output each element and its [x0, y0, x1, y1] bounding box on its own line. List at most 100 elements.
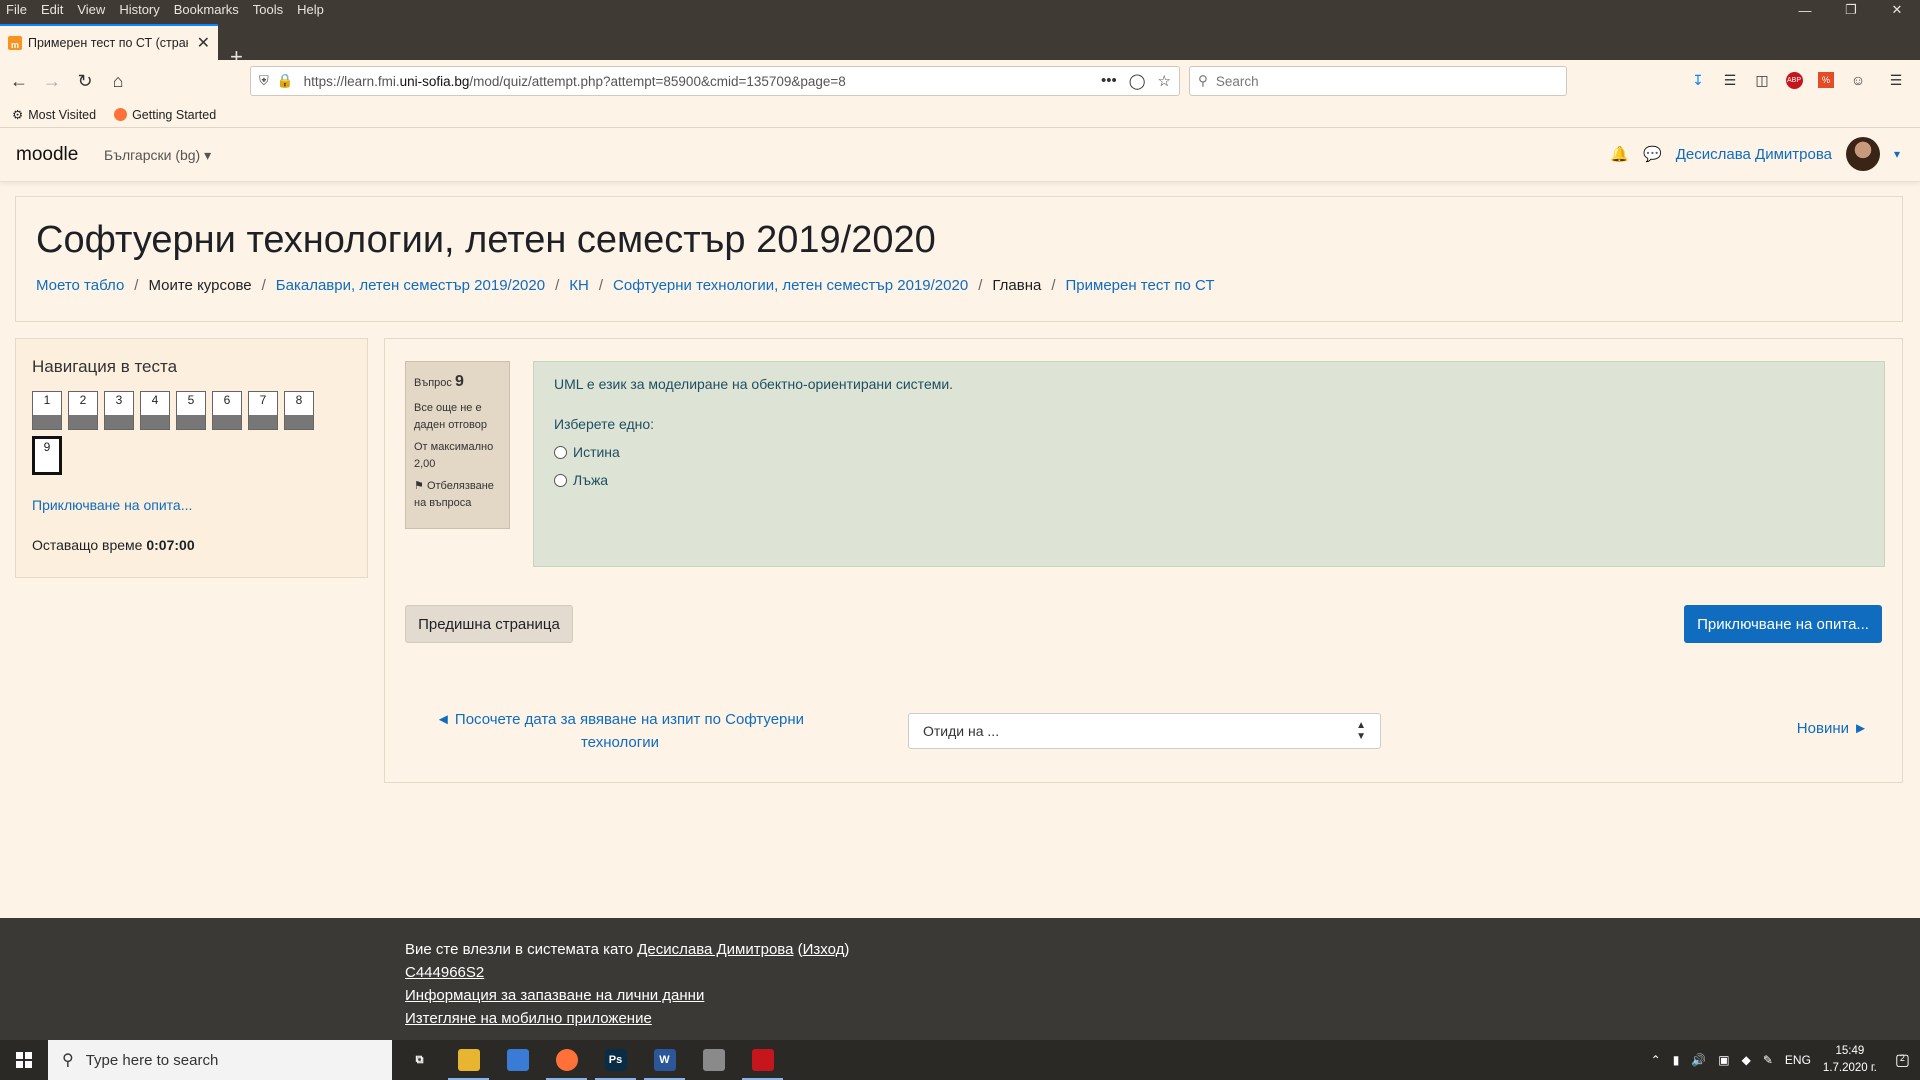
- question-button-7[interactable]: 7: [248, 391, 278, 430]
- menu-icon[interactable]: ☰: [1886, 70, 1906, 90]
- minimize-icon[interactable]: —: [1782, 0, 1828, 20]
- breadcrumb-separator: /: [555, 277, 560, 294]
- chat-icon[interactable]: 💬: [1643, 145, 1662, 163]
- flag-question[interactable]: ⚑ Отбелязване на въпроса: [414, 478, 501, 511]
- network-icon[interactable]: ▣: [1718, 1053, 1729, 1067]
- radio-false[interactable]: [554, 473, 567, 487]
- menu-history[interactable]: History: [119, 2, 159, 17]
- footer-user-link[interactable]: Десислава Димитрова: [637, 941, 793, 958]
- word-icon: W: [653, 1049, 676, 1071]
- next-activity-link[interactable]: Новини ►: [1797, 720, 1868, 737]
- menu-bookmarks[interactable]: Bookmarks: [174, 2, 239, 17]
- jump-to-select[interactable]: Отиди на ... ▲ ▼: [908, 713, 1381, 749]
- taskbar-task-view[interactable]: ⧉: [395, 1040, 444, 1080]
- sidebar-icon[interactable]: ◫: [1752, 70, 1772, 90]
- question-button-8[interactable]: 8: [284, 391, 314, 430]
- chevron-up-icon[interactable]: ⌃: [1651, 1053, 1661, 1067]
- library-icon[interactable]: ☰: [1720, 70, 1740, 90]
- menu-tools[interactable]: Tools: [253, 2, 283, 17]
- quiz-navigation-block: Навигация в теста 12345678 9 Приключване …: [15, 338, 368, 578]
- home-button[interactable]: ⌂: [105, 68, 131, 94]
- dropbox-icon[interactable]: ◆: [1742, 1053, 1751, 1067]
- question-button-6[interactable]: 6: [212, 391, 242, 430]
- paint-icon: [702, 1049, 725, 1071]
- restore-icon[interactable]: ❐: [1828, 0, 1874, 20]
- taskbar-control-panel[interactable]: [493, 1040, 542, 1080]
- logout-link[interactable]: Изход: [803, 941, 845, 958]
- menu-file[interactable]: File: [6, 2, 27, 17]
- language-indicator[interactable]: ENG: [1785, 1053, 1811, 1067]
- breadcrumb-item[interactable]: Бакалаври, летен семестър 2019/2020: [276, 277, 545, 294]
- taskbar-search-input[interactable]: ⚲ Type here to search: [48, 1040, 392, 1080]
- taskbar-word[interactable]: W: [640, 1040, 689, 1080]
- clock[interactable]: 15:49 1.7.2020 г.: [1823, 1043, 1877, 1077]
- start-button[interactable]: [0, 1040, 48, 1080]
- search-input[interactable]: ⚲ Search: [1189, 66, 1567, 96]
- menu-edit[interactable]: Edit: [41, 2, 63, 17]
- breadcrumb-item[interactable]: Примерен тест по СТ: [1066, 277, 1215, 294]
- account-icon[interactable]: ☺: [1848, 70, 1868, 90]
- reload-button[interactable]: ↻: [72, 68, 98, 94]
- breadcrumb-item[interactable]: Софтуерни технологии, летен семестър 201…: [613, 277, 968, 294]
- notifications-icon[interactable]: ▢ 2: [1895, 1050, 1910, 1070]
- previous-page-button[interactable]: Предишна страница: [405, 605, 573, 643]
- taskbar-firefox[interactable]: [542, 1040, 591, 1080]
- finish-attempt-button[interactable]: Приключване на опита...: [1684, 605, 1882, 643]
- bell-icon[interactable]: 🔔: [1610, 145, 1629, 163]
- page-actions-icon[interactable]: •••: [1101, 72, 1117, 90]
- question-button-4[interactable]: 4: [140, 391, 170, 430]
- bookmark-getting-started[interactable]: Getting Started: [114, 108, 216, 122]
- menu-view[interactable]: View: [77, 2, 105, 17]
- menu-help[interactable]: Help: [297, 2, 324, 17]
- tab-close-icon[interactable]: ✕: [197, 33, 210, 53]
- previous-activity-link[interactable]: ◄ Посочете дата за явяване на изпит по С…: [435, 709, 805, 754]
- answer-option-true[interactable]: Истина: [554, 444, 1864, 460]
- shield-icon[interactable]: ⛨: [259, 73, 269, 89]
- taskbar-acrobat[interactable]: [738, 1040, 787, 1080]
- search-icon: ⚲: [62, 1052, 74, 1069]
- breadcrumb-item[interactable]: КН: [569, 277, 589, 294]
- forward-button[interactable]: →: [39, 68, 65, 94]
- moodle-logo[interactable]: moodle: [16, 144, 78, 166]
- system-tray: ⌃ ▮ 🔊 ▣ ◆ ✎ ENG 15:49 1.7.2020 г. ▢ 2: [1651, 1040, 1920, 1080]
- pen-icon[interactable]: ✎: [1763, 1053, 1773, 1067]
- breadcrumb-separator: /: [598, 277, 604, 294]
- lock-icon[interactable]: 🔒: [277, 73, 294, 89]
- downloads-icon[interactable]: ↧: [1688, 70, 1708, 90]
- taskbar-file-explorer[interactable]: [444, 1040, 493, 1080]
- url-bar[interactable]: ⛨ 🔒 https://learn.fmi.uni-sofia.bg/mod/q…: [250, 66, 1180, 96]
- firefox-icon: [114, 108, 128, 121]
- battery-icon[interactable]: ▮: [1673, 1053, 1680, 1067]
- pocket-icon[interactable]: ◯: [1129, 72, 1146, 90]
- finish-attempt-link[interactable]: Приключване на опита...: [32, 497, 351, 513]
- mobile-app-link[interactable]: Изтегляне на мобилно приложение: [405, 1010, 652, 1027]
- bookmark-most-visited[interactable]: ⚙ Most Visited: [12, 107, 96, 123]
- breadcrumb-separator: /: [1051, 277, 1056, 294]
- question-button-5[interactable]: 5: [176, 391, 206, 430]
- chevron-down-icon[interactable]: ▾: [1894, 147, 1900, 161]
- bookmark-star-icon[interactable]: ☆: [1158, 72, 1171, 90]
- breadcrumb-separator: /: [978, 277, 983, 294]
- taskbar-paint[interactable]: [689, 1040, 738, 1080]
- volume-icon[interactable]: 🔊: [1691, 1053, 1706, 1067]
- browser-tab[interactable]: m Примерен тест по СТ (страни ✕: [0, 24, 218, 60]
- radio-true[interactable]: [554, 445, 567, 459]
- question-button-3[interactable]: 3: [104, 391, 134, 430]
- extension-icon[interactable]: %: [1816, 70, 1836, 90]
- adblock-icon[interactable]: ABP: [1784, 70, 1804, 90]
- taskbar: ⚲ Type here to search ⧉ Ps W ⌃ ▮ 🔊 ▣ ◆ ✎ E…: [0, 1040, 1920, 1080]
- avatar[interactable]: [1845, 137, 1880, 171]
- language-menu[interactable]: Български (bg) ▾: [104, 147, 211, 164]
- taskbar-photoshop[interactable]: Ps: [591, 1040, 640, 1080]
- question-button-1[interactable]: 1: [32, 391, 62, 430]
- question-button-2[interactable]: 2: [68, 391, 98, 430]
- user-name[interactable]: Десислава Димитрова: [1676, 146, 1832, 163]
- privacy-link[interactable]: Информация за запазване на лични данни: [405, 987, 704, 1004]
- breadcrumb-item[interactable]: Моето табло: [36, 277, 124, 294]
- page-footer: Вие сте влезли в системата като Десислав…: [0, 918, 1920, 1040]
- close-icon[interactable]: ✕: [1874, 0, 1920, 20]
- back-button[interactable]: ←: [6, 68, 32, 94]
- footer-code-link[interactable]: C444966S2: [405, 964, 484, 981]
- question-button-9[interactable]: 9: [32, 436, 62, 475]
- answer-option-false[interactable]: Лъжа: [554, 472, 1864, 488]
